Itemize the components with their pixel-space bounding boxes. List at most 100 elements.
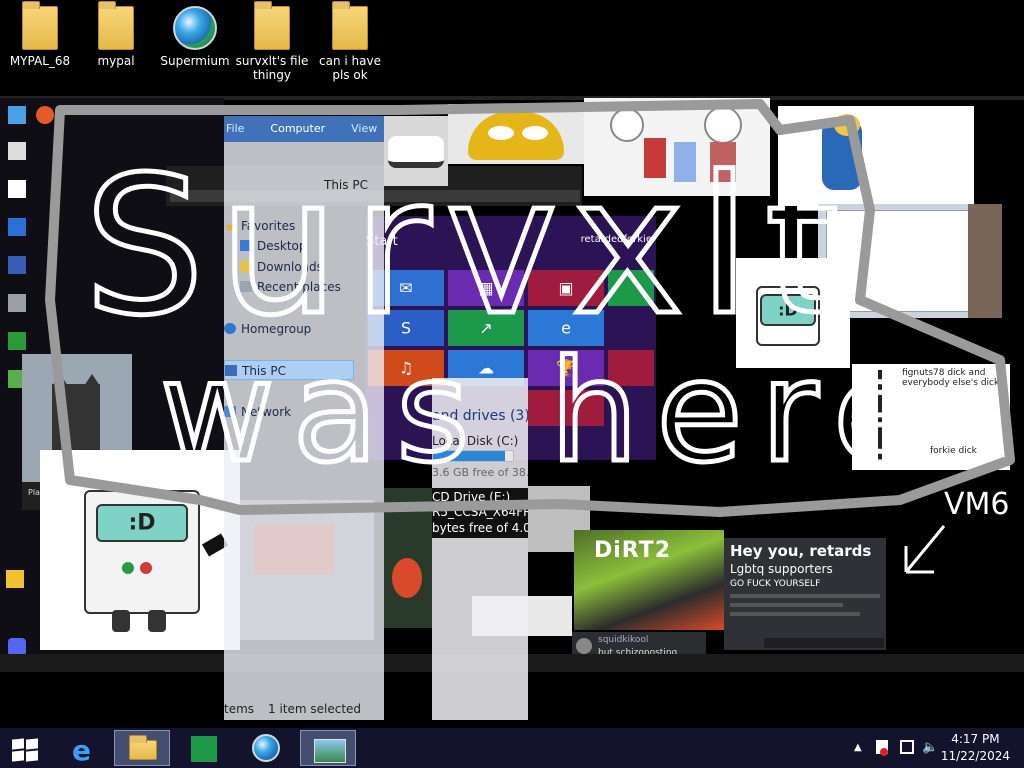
tile-photos[interactable]: ▣ xyxy=(528,270,604,306)
discord-banner: Hey you, retards Lgbtq supporters GO FUC… xyxy=(724,538,886,650)
taskbar-file-explorer[interactable] xyxy=(114,730,170,766)
clock-time: 4:17 PM xyxy=(951,732,1000,746)
cd-drive-entry[interactable]: CD Drive (E:) R5_CCSA_X64FRE_ bytes free… xyxy=(432,488,528,538)
folder-icon xyxy=(332,1,368,50)
local-disk-label[interactable]: Local Disk (C:) xyxy=(432,434,518,448)
inner-desktop-icon xyxy=(8,218,26,236)
nav-this-pc[interactable]: This PC xyxy=(224,360,354,380)
parrot-thumbnail xyxy=(384,488,432,628)
inner-desktop-icon xyxy=(8,294,26,312)
start-button[interactable] xyxy=(0,730,50,766)
volume-muted-icon[interactable]: 🔈 xyxy=(922,740,938,755)
folder-icon xyxy=(98,1,134,50)
system-tray: ▲ 🔈 xyxy=(850,728,940,768)
windows-logo-icon xyxy=(12,738,38,762)
ribbon-tabs: File Computer View xyxy=(224,116,384,142)
internet-explorer-icon: e xyxy=(72,734,91,767)
nav-desktop[interactable]: Desktop xyxy=(224,236,384,256)
tab-file[interactable]: File xyxy=(226,122,244,135)
supermium-icon xyxy=(173,6,217,50)
recent-icon xyxy=(240,281,252,292)
computer-icon xyxy=(225,365,237,376)
drives-group-title: and drives (3) xyxy=(432,408,528,424)
disk-usage-bar xyxy=(432,450,514,462)
tile-games[interactable]: 🏆 xyxy=(528,350,604,386)
cart-face-text: :D xyxy=(128,510,156,536)
alert-badge-icon xyxy=(880,748,888,756)
tile-finance[interactable]: ↗ xyxy=(448,310,524,346)
inner-desktop-icon xyxy=(8,332,26,350)
folder-icon xyxy=(22,1,58,50)
tile-store[interactable] xyxy=(608,270,654,306)
taskbar: e ▲ 🔈 4:17 PM 11/22/2024 xyxy=(0,728,1024,768)
desktop-icon-can-i-have[interactable]: can i have pls ok xyxy=(310,1,390,82)
inner-desktop-icon xyxy=(8,142,26,160)
taskbar-supermium[interactable] xyxy=(238,730,294,766)
tray-overflow-icon[interactable]: ▲ xyxy=(854,742,862,753)
network-icon[interactable] xyxy=(900,740,914,754)
graffiti-arrow xyxy=(904,525,946,574)
dirt-logo-text: DiRT2 xyxy=(594,538,672,563)
nav-recent[interactable]: Recent places xyxy=(224,277,384,297)
discord-tagline: GO FUCK YOURSELF xyxy=(730,579,821,589)
tab-computer[interactable]: Computer xyxy=(270,122,325,135)
network-icon xyxy=(224,406,236,417)
local-disk-free: 3.6 GB free of 38.7 xyxy=(432,466,528,479)
file-explorer-pane: File Computer View This PC ★ Favorites Desk… xyxy=(224,116,384,720)
tile-maps[interactable] xyxy=(608,350,654,386)
desktop-icon xyxy=(240,240,252,251)
desktop-icon-mypal[interactable]: mypal xyxy=(76,1,156,68)
tile-ie[interactable]: e xyxy=(528,310,604,346)
cartridge-mascot-small: :D xyxy=(736,258,850,368)
clock[interactable]: 4:17 PM 11/22/2024 xyxy=(941,731,1010,765)
desktop-icon-supermium[interactable]: Supermium xyxy=(155,4,235,68)
start-user: retardedforkie xyxy=(580,234,652,245)
nav-network[interactable]: Network xyxy=(224,402,384,422)
note-text: fignuts78 dick and everybody else's dick xyxy=(902,368,1000,388)
nav-favorites[interactable]: ★ Favorites xyxy=(224,216,384,236)
race-car-thumbnail xyxy=(384,116,448,186)
yellow-face xyxy=(468,112,564,160)
race-car-shape xyxy=(388,136,444,168)
stick-drawing-note: fignuts78 dick and everybody else's dick… xyxy=(852,364,1010,470)
discord-subtitle: Lgbtq supporters xyxy=(730,562,833,576)
cart-face-text: :D xyxy=(778,300,798,320)
inner-desktop-icon xyxy=(8,256,26,274)
nav-homegroup[interactable]: Homegroup xyxy=(224,319,384,339)
cd-free-space: bytes free of 4.02 xyxy=(432,521,528,535)
folder-icon xyxy=(254,1,290,50)
graffiti-tag: VM6 xyxy=(944,487,1010,522)
geometry-dash-icon xyxy=(6,570,24,588)
cat-drawing-image xyxy=(778,106,974,206)
drives-pane: and drives (3) Local Disk (C:) 3.6 GB fr… xyxy=(432,378,528,720)
inner-desktop-icon xyxy=(8,106,26,124)
discord-icon xyxy=(8,638,26,654)
store-icon xyxy=(191,736,217,762)
supermium-icon xyxy=(252,734,280,762)
homegroup-icon xyxy=(224,323,236,334)
status-selection: 1 item selected xyxy=(268,702,362,716)
tile-calendar[interactable]: ▦ xyxy=(448,270,524,306)
inner-desktop-icon xyxy=(8,180,26,198)
chat-username: squidkikool xyxy=(598,635,649,645)
desktop-icon-mypal68[interactable]: MYPAL_68 xyxy=(0,1,80,68)
taskbar-photos[interactable] xyxy=(300,730,356,766)
tab-view[interactable]: View xyxy=(351,122,377,135)
star-icon: ★ xyxy=(224,220,235,234)
status-item-count: tems xyxy=(224,702,255,716)
file-explorer-icon xyxy=(129,735,157,760)
inner-desktop-icon xyxy=(36,106,54,124)
taskbar-store[interactable] xyxy=(176,730,232,766)
dirt-game-cover: DiRT2 xyxy=(574,530,724,630)
address-bar-location[interactable]: This PC xyxy=(324,178,368,192)
avatar xyxy=(576,638,592,654)
tile-news[interactable] xyxy=(528,390,604,426)
cartridge-mascot-large: :D xyxy=(40,450,240,650)
nav-downloads[interactable]: Downloads xyxy=(224,257,384,277)
desktop-icon-survxlt-folder[interactable]: survxlt's file thingy xyxy=(232,1,312,82)
yellow-emoji-thumbnail xyxy=(448,104,584,164)
taskbar-internet-explorer[interactable]: e xyxy=(58,730,114,767)
note-text-2: forkie dick xyxy=(930,446,977,456)
cartoon-characters-image xyxy=(584,98,770,196)
clock-date: 11/22/2024 xyxy=(940,749,1010,763)
